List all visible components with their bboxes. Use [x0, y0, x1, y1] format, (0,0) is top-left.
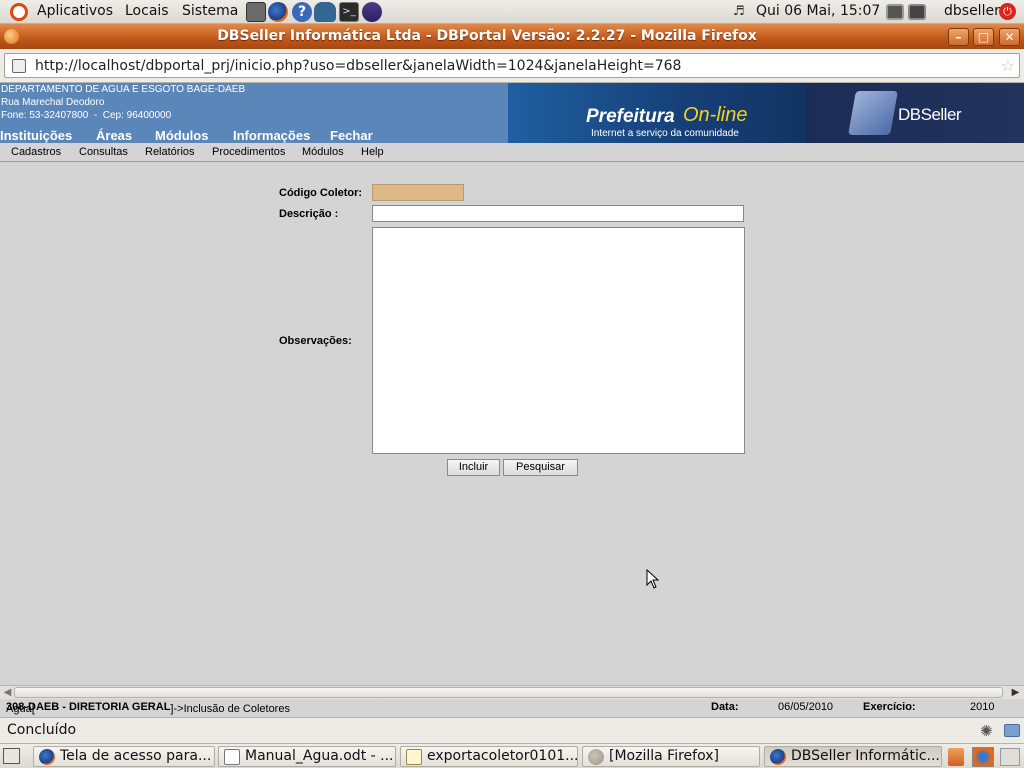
pesquisar-button[interactable]: Pesquisar — [503, 459, 578, 476]
scroll-right-icon[interactable]: ▶ — [1009, 686, 1022, 699]
page-icon — [12, 59, 26, 73]
firefox-icon[interactable] — [268, 2, 288, 22]
menu-locais[interactable]: Locais — [125, 3, 169, 19]
prefeitura-banner: Prefeitura On-line Internet a serviço da… — [508, 83, 806, 143]
org-name: DEPARTAMENTO DE AGUA E ESGOTO BAGE-DAEB — [1, 84, 246, 95]
terminal-icon[interactable]: >_ — [339, 2, 359, 22]
breadcrumb-prefix: Agua[ — [6, 703, 35, 715]
task-exportacoletor[interactable]: exportacoletor0101... — [400, 746, 578, 767]
close-button[interactable]: ✕ — [999, 28, 1020, 46]
firefox-icon — [770, 749, 786, 765]
maximize-button[interactable]: □ — [973, 28, 994, 46]
task-label: [Mozilla Firefox] — [609, 748, 719, 764]
navigation-bar: http://localhost/dbportal_prj/inicio.php… — [0, 49, 1024, 83]
breadcrumb: Agua[308-DAEB - DIRETORIA GERAL]->Inclus… — [6, 701, 290, 715]
url-bar[interactable]: http://localhost/dbportal_prj/inicio.php… — [4, 53, 1020, 78]
scroll-thumb[interactable] — [14, 687, 1003, 698]
show-desktop-icon[interactable] — [3, 748, 20, 764]
status-text: Concluído — [7, 722, 77, 738]
sub-menu: Cadastros Consultas Relatórios Procedime… — [0, 143, 1024, 162]
firefox-tray-icon[interactable] — [972, 747, 994, 767]
horizontal-scrollbar[interactable]: ◀ ▶ — [0, 685, 1024, 699]
datetime[interactable]: Qui 06 Mai, 15:07 — [756, 3, 880, 19]
firefox-icon — [588, 749, 604, 765]
window-title: DBSeller Informática Ltda - DBPortal Ver… — [217, 28, 757, 44]
task-label: Tela de acesso para... — [60, 748, 212, 764]
incluir-button[interactable]: Incluir — [447, 459, 500, 476]
postgres-icon[interactable] — [314, 2, 336, 22]
window-titlebar[interactable]: DBSeller Informática Ltda - DBPortal Ver… — [0, 24, 1024, 49]
menu-sistema[interactable]: Sistema — [182, 3, 238, 19]
task-label: Manual_Agua.odt - ... — [245, 748, 394, 764]
task-manual-agua[interactable]: Manual_Agua.odt - ... — [218, 746, 396, 767]
eclipse-icon[interactable] — [362, 2, 382, 22]
workspace-icon[interactable] — [1000, 748, 1020, 766]
menu-areas[interactable]: Áreas — [96, 128, 132, 143]
menu-modulos[interactable]: Módulos — [155, 128, 208, 143]
dbseller-banner: DBSeller — [806, 83, 1024, 143]
volume-icon[interactable]: ♬ — [733, 2, 751, 22]
help-icon[interactable]: ? — [292, 2, 312, 22]
page-header: DEPARTAMENTO DE AGUA E ESGOTO BAGE-DAEB … — [0, 83, 1024, 143]
codigo-coletor-label: Código Coletor: — [279, 187, 363, 199]
calculator-icon[interactable] — [246, 2, 266, 22]
task-mozilla-firefox[interactable]: [Mozilla Firefox] — [582, 746, 760, 767]
dbseller-logo-text: DBSeller — [898, 105, 962, 124]
data-value: 06/05/2010 — [778, 701, 834, 713]
firefox-icon — [39, 749, 55, 765]
submenu-help[interactable]: Help — [361, 146, 384, 158]
network-icon[interactable] — [886, 4, 904, 20]
banner-online: On-line — [683, 104, 748, 126]
ubuntu-logo-icon[interactable] — [10, 3, 28, 21]
power-icon[interactable]: ⏻ — [999, 3, 1016, 20]
submenu-relatorios[interactable]: Relatórios — [145, 146, 195, 158]
task-label: DBSeller Informátic... — [791, 748, 940, 764]
codigo-coletor-input[interactable] — [372, 184, 464, 201]
submenu-consultas[interactable]: Consultas — [79, 146, 128, 158]
menu-aplicativos[interactable]: Aplicativos — [37, 3, 113, 19]
username[interactable]: dbseller — [944, 3, 1000, 19]
browser-status-bar: Concluído ✺ — [0, 717, 1024, 743]
bug-icon[interactable]: ✺ — [980, 722, 993, 740]
trash-icon[interactable] — [948, 748, 964, 766]
submenu-cadastros[interactable]: Cadastros — [11, 146, 61, 158]
dbseller-logo-icon — [848, 91, 898, 135]
data-label: Data: — [711, 701, 739, 713]
text-editor-icon — [406, 749, 422, 765]
task-label: exportacoletor0101... — [427, 748, 578, 764]
banner-brand: Prefeitura — [586, 106, 675, 127]
document-icon — [224, 749, 240, 765]
scroll-left-icon[interactable]: ◀ — [1, 686, 14, 699]
display-icon[interactable] — [908, 4, 926, 20]
breadcrumb-suffix: ]->Inclusão de Coletores — [170, 703, 290, 715]
banner-tagline: Internet a serviço da comunidade — [591, 128, 739, 139]
descricao-input[interactable] — [372, 205, 744, 222]
top-panel: Aplicativos Locais Sistema ? >_ ♬ Qui 06… — [0, 0, 1024, 24]
org-address: Rua Marechal Deodoro — [1, 97, 105, 108]
menu-instituicoes[interactable]: Instituições — [0, 128, 72, 143]
exercicio-label: Exercício: — [863, 701, 916, 713]
submenu-procedimentos[interactable]: Procedimentos — [212, 146, 285, 158]
info-bar: Agua[308-DAEB - DIRETORIA GERAL]->Inclus… — [0, 699, 1024, 717]
descricao-label: Descrição : — [279, 208, 339, 220]
bookmark-star-icon[interactable]: ☆ — [1001, 56, 1015, 75]
mouse-cursor-icon — [646, 569, 660, 589]
menu-informacoes[interactable]: Informações — [233, 128, 310, 143]
task-dbseller[interactable]: DBSeller Informátic... — [764, 746, 942, 767]
minimize-button[interactable]: – — [948, 28, 969, 46]
task-tela-de-acesso[interactable]: Tela de acesso para... — [33, 746, 215, 767]
observacoes-textarea[interactable] — [372, 227, 745, 454]
mail-icon[interactable] — [1004, 724, 1020, 737]
menu-fechar[interactable]: Fechar — [330, 128, 373, 143]
exercicio-value: 2010 — [970, 701, 995, 713]
url-text[interactable]: http://localhost/dbportal_prj/inicio.php… — [35, 58, 681, 74]
taskbar: Tela de acesso para... Manual_Agua.odt -… — [0, 743, 1024, 768]
org-phone: Fone: 53-32407800 - Cep: 96400000 — [1, 110, 172, 121]
submenu-modulos[interactable]: Módulos — [302, 146, 344, 158]
observacoes-label: Observações: — [279, 335, 352, 347]
